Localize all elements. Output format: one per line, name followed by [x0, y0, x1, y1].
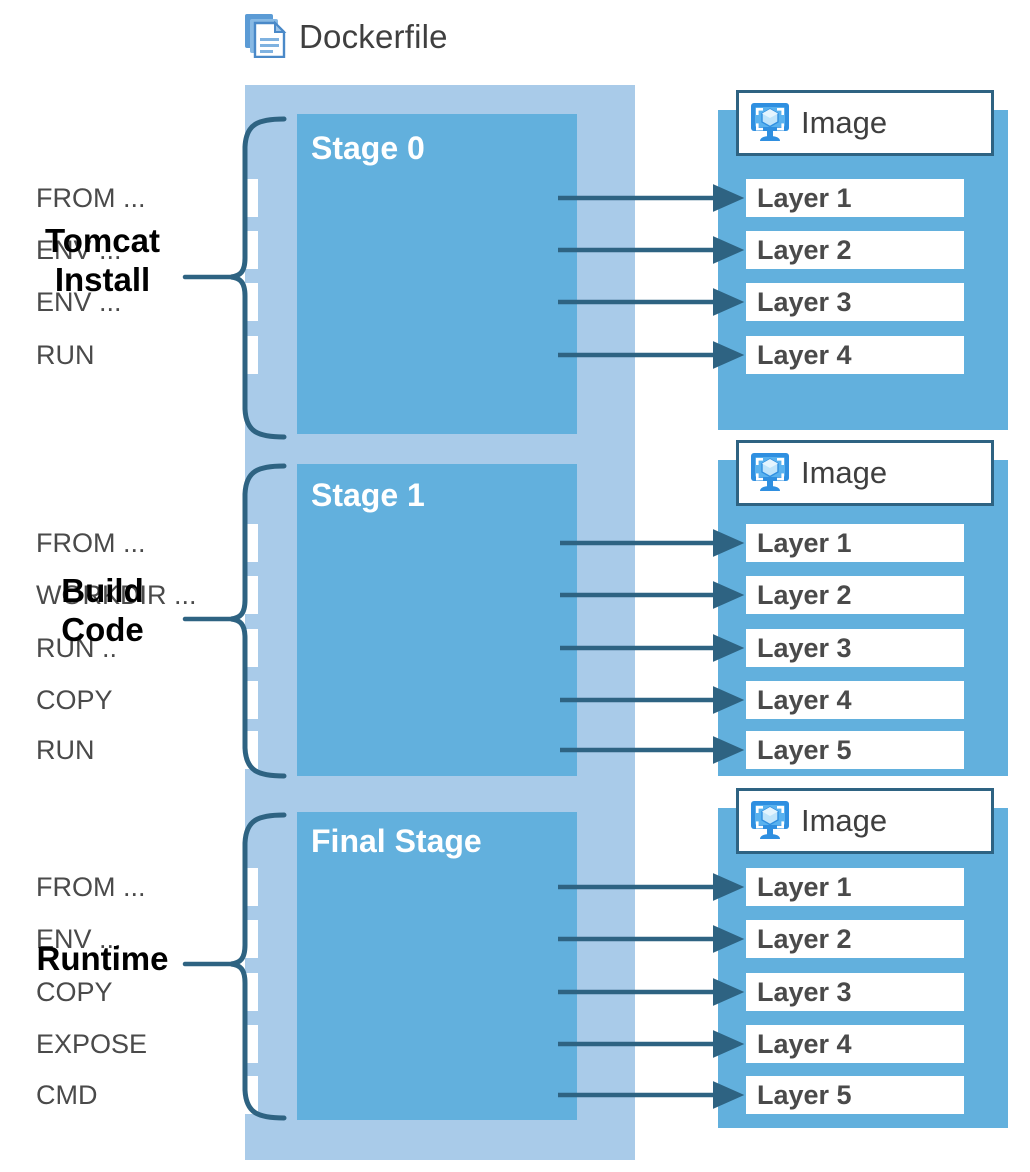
- layer-2-3[interactable]: Layer 4: [746, 1025, 964, 1063]
- stage-box-1[interactable]: Stage 1: [297, 464, 577, 776]
- stage-title-0: Stage 0: [311, 130, 425, 166]
- layer-0-1[interactable]: Layer 2: [746, 231, 964, 269]
- container-image-icon: [747, 448, 793, 499]
- image-header-2[interactable]: Image: [736, 788, 994, 854]
- documents-icon: [243, 10, 289, 63]
- group-label-runtime: Runtime: [36, 940, 169, 977]
- image-box-1: [718, 460, 1008, 776]
- layer-0-2[interactable]: Layer 3: [746, 283, 964, 321]
- layer-0-3[interactable]: Layer 4: [746, 336, 964, 374]
- layer-2-2[interactable]: Layer 3: [746, 973, 964, 1011]
- layer-0-0[interactable]: Layer 1: [746, 179, 964, 217]
- instruction-2-3[interactable]: EXPOSE: [25, 1025, 258, 1063]
- stage-title-2: Final Stage: [311, 823, 482, 859]
- stage-box-0[interactable]: Stage 0: [297, 114, 577, 434]
- image-header-1[interactable]: Image: [736, 440, 994, 506]
- dockerfile-title: Dockerfile: [243, 10, 448, 63]
- instruction-0-3[interactable]: RUN: [25, 336, 258, 374]
- image-header-label-0: Image: [801, 105, 888, 140]
- dockerfile-title-label: Dockerfile: [299, 17, 448, 55]
- group-label-tomcat-install: Tomcat Install: [45, 222, 160, 298]
- layer-2-4[interactable]: Layer 5: [746, 1076, 964, 1114]
- layer-2-1[interactable]: Layer 2: [746, 920, 964, 958]
- stage-box-2[interactable]: Final Stage: [297, 812, 577, 1120]
- layer-1-4[interactable]: Layer 5: [746, 731, 964, 769]
- layer-2-0[interactable]: Layer 1: [746, 868, 964, 906]
- container-image-icon: [747, 98, 793, 149]
- layer-1-0[interactable]: Layer 1: [746, 524, 964, 562]
- image-box-0: [718, 110, 1008, 430]
- stage-title-1: Stage 1: [311, 477, 425, 513]
- instruction-1-0[interactable]: FROM ...: [25, 524, 258, 562]
- instruction-1-3[interactable]: COPY: [25, 681, 258, 719]
- layer-1-1[interactable]: Layer 2: [746, 576, 964, 614]
- layer-1-2[interactable]: Layer 3: [746, 629, 964, 667]
- image-header-label-2: Image: [801, 803, 888, 838]
- group-label-build-code: Build Code: [61, 572, 144, 648]
- image-header-label-1: Image: [801, 455, 888, 490]
- instruction-0-0[interactable]: FROM ...: [25, 179, 258, 217]
- instruction-2-4[interactable]: CMD: [25, 1076, 258, 1114]
- layer-1-3[interactable]: Layer 4: [746, 681, 964, 719]
- instruction-1-4[interactable]: RUN: [25, 731, 258, 769]
- instruction-2-0[interactable]: FROM ...: [25, 868, 258, 906]
- image-header-0[interactable]: Image: [736, 90, 994, 156]
- container-image-icon: [747, 796, 793, 847]
